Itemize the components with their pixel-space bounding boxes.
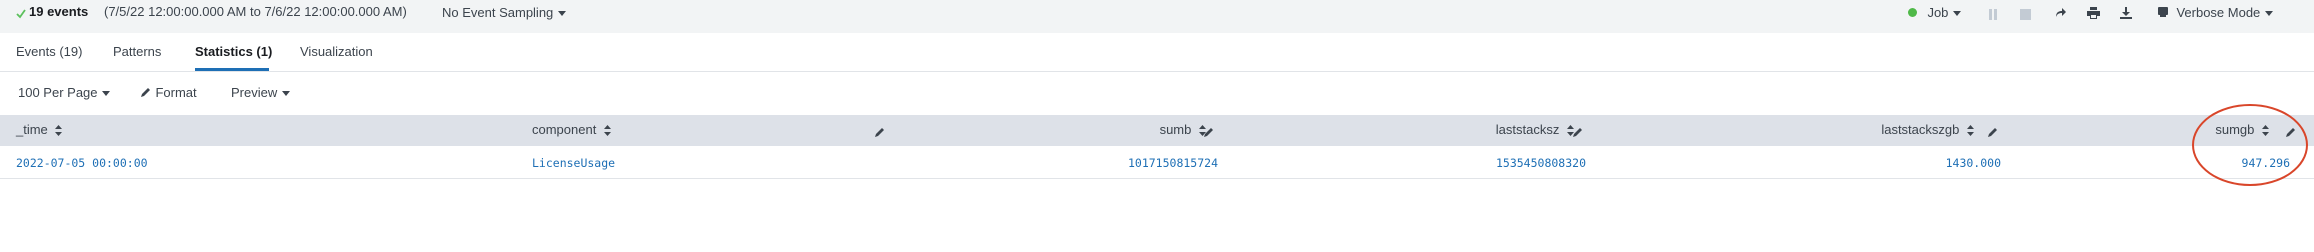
print-icon[interactable] xyxy=(2087,6,2100,24)
column-header-time[interactable]: _time xyxy=(16,122,63,137)
column-header-sumb[interactable]: sumb xyxy=(1160,122,1206,137)
cell-laststackszgb[interactable]: 1430.000 xyxy=(1946,156,2001,170)
pencil-icon[interactable] xyxy=(1573,124,1583,142)
format-button[interactable]: Format xyxy=(141,84,197,102)
annotation-circle xyxy=(2192,104,2308,186)
preview-label: Preview xyxy=(231,85,278,100)
mode-label: Verbose Mode xyxy=(2176,5,2261,20)
event-sampling-dropdown[interactable]: No Event Sampling xyxy=(442,4,566,22)
tab-visualization[interactable]: Visualization xyxy=(300,44,373,59)
column-label: component xyxy=(532,122,597,137)
check-icon xyxy=(16,6,26,24)
caret-down-icon xyxy=(557,4,566,21)
job-menu[interactable]: Job xyxy=(1908,4,1961,22)
column-label: sumb xyxy=(1159,122,1192,137)
time-range: (7/5/22 12:00:00.000 AM to 7/6/22 12:00:… xyxy=(104,4,407,19)
column-header-component[interactable]: component xyxy=(532,122,611,137)
sort-icon xyxy=(51,122,63,137)
column-header-laststackszgb[interactable]: laststackszgb xyxy=(1881,122,1974,137)
sort-icon xyxy=(600,122,611,137)
per-page-dropdown[interactable]: 100 Per Page xyxy=(18,84,110,102)
stop-icon[interactable] xyxy=(2020,7,2031,25)
column-label: _time xyxy=(16,122,48,137)
pause-icon[interactable] xyxy=(1988,7,1998,25)
column-label: laststackszgb xyxy=(1881,122,1960,137)
caret-down-icon xyxy=(1952,4,1961,21)
tab-events[interactable]: Events (19) xyxy=(16,44,82,59)
export-download-icon[interactable] xyxy=(2120,6,2132,24)
caret-down-icon xyxy=(101,84,110,101)
tabs-divider xyxy=(0,71,2314,72)
event-sampling-label: No Event Sampling xyxy=(442,5,554,20)
pencil-icon[interactable] xyxy=(1988,124,1998,142)
share-icon[interactable] xyxy=(2054,6,2066,24)
cell-laststacksz[interactable]: 1535450808320 xyxy=(1496,156,1586,170)
sort-icon xyxy=(1963,122,1974,137)
tab-patterns[interactable]: Patterns xyxy=(113,44,161,59)
format-label: Format xyxy=(155,85,197,100)
mode-icon xyxy=(2158,4,2168,21)
status-dot-icon xyxy=(1908,8,1917,18)
per-page-label: 100 Per Page xyxy=(18,85,98,100)
cell-component[interactable]: LicenseUsage xyxy=(532,156,615,170)
pencil-icon[interactable] xyxy=(875,124,885,142)
caret-down-icon xyxy=(281,84,290,101)
pencil-icon xyxy=(141,84,151,101)
job-label: Job xyxy=(1927,5,1949,20)
tab-statistics[interactable]: Statistics (1) xyxy=(195,44,272,59)
cell-sumb[interactable]: 1017150815724 xyxy=(1128,156,1218,170)
search-mode-dropdown[interactable]: Verbose Mode xyxy=(2158,4,2273,22)
pencil-icon[interactable] xyxy=(1204,124,1214,142)
column-label: laststacksz xyxy=(1495,122,1560,137)
preview-dropdown[interactable]: Preview xyxy=(231,84,290,102)
column-header-laststacksz[interactable]: laststacksz xyxy=(1496,122,1574,137)
cell-time[interactable]: 2022-07-05 00:00:00 xyxy=(16,156,148,170)
event-count: 19 events xyxy=(29,4,89,19)
row-divider xyxy=(0,178,2314,179)
caret-down-icon xyxy=(2264,4,2273,21)
